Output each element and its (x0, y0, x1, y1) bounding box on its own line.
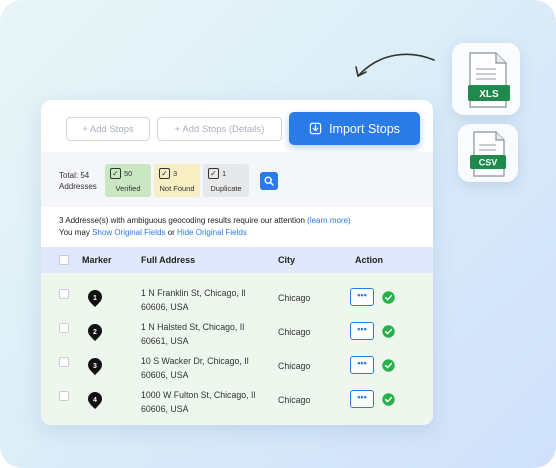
table-row: 1 1 N Franklin St, Chicago, Il 60606, US… (41, 281, 433, 315)
notice-prefix: You may (59, 228, 90, 237)
header-city: City (278, 255, 296, 265)
marker-number: 4 (93, 397, 97, 404)
map-marker-icon: 4 (88, 392, 102, 409)
address-cell: 1 N Franklin St, Chicago, Il 60606, USA (141, 286, 246, 314)
check-icon: ✓ (159, 168, 170, 179)
not-found-filter[interactable]: ✓ 3 Not Found (154, 164, 200, 197)
map-marker-icon: 3 (88, 358, 102, 375)
duplicate-filter[interactable]: ✓ 1 Duplicate (203, 164, 249, 197)
check-circle-icon (382, 291, 395, 304)
map-marker-icon: 2 (88, 324, 102, 341)
row-checkbox[interactable] (59, 391, 69, 401)
xls-file-card: XLS (452, 43, 520, 115)
more-actions-button[interactable]: ••• (350, 288, 374, 306)
table-row: 4 1000 W Fulton St, Chicago, Il 60606, U… (41, 383, 433, 417)
table-row: 3 10 S Wacker Dr, Chicago, Il 60606, USA… (41, 349, 433, 383)
marker-number: 3 (93, 363, 97, 370)
select-all-checkbox[interactable] (59, 255, 69, 265)
xls-file-icon: XLS (468, 52, 510, 108)
verified-label: Verified (115, 184, 141, 193)
address-line1: 1000 W Fulton St, Chicago, Il (141, 390, 256, 400)
address-line1: 1 N Franklin St, Chicago, Il (141, 288, 246, 298)
address-line1: 1 N Halsted St, Chicago, Il (141, 322, 245, 332)
geocoding-notice: 3 Addresse(s) with ambiguous geocoding r… (59, 215, 351, 239)
notice-text: 3 Addresse(s) with ambiguous geocoding r… (59, 216, 305, 225)
import-icon (309, 122, 322, 135)
address-cell: 10 S Wacker Dr, Chicago, Il 60606, USA (141, 354, 249, 382)
address-line2: 60606, USA (141, 370, 189, 380)
check-circle-icon (382, 325, 395, 338)
duplicate-count: 1 (222, 169, 227, 178)
not-found-count: 3 (173, 169, 178, 178)
map-marker-icon: 1 (88, 290, 102, 307)
row-checkbox[interactable] (59, 289, 69, 299)
table-row: 2 1 N Halsted St, Chicago, Il 60661, USA… (41, 315, 433, 349)
check-circle-icon (382, 359, 395, 372)
more-actions-button[interactable]: ••• (350, 390, 374, 408)
row-checkbox[interactable] (59, 323, 69, 333)
not-found-label: Not Found (159, 184, 195, 193)
row-checkbox[interactable] (59, 357, 69, 367)
total-label: Addresses (59, 182, 97, 191)
check-icon: ✓ (110, 168, 121, 179)
search-button[interactable] (260, 172, 278, 190)
check-icon: ✓ (208, 168, 219, 179)
csv-file-icon: CSV (470, 131, 506, 177)
address-line1: 10 S Wacker Dr, Chicago, Il (141, 356, 249, 366)
import-stops-button[interactable]: Import Stops (289, 112, 420, 145)
search-icon (264, 176, 274, 186)
summary-bar: Total: 54 Addresses ✓ 50 Verified ✓ 3 No… (41, 152, 433, 207)
header-action: Action (355, 255, 383, 265)
marker-number: 2 (93, 329, 97, 336)
city-cell: Chicago (278, 327, 311, 337)
verified-count: 50 (124, 169, 133, 178)
learn-more-link[interactable]: (learn more) (307, 216, 351, 225)
marker-number: 1 (93, 295, 97, 302)
city-cell: Chicago (278, 395, 311, 405)
city-cell: Chicago (278, 361, 311, 371)
table-body: 1 1 N Franklin St, Chicago, Il 60606, US… (41, 273, 433, 425)
curved-arrow-icon (355, 53, 435, 77)
address-line2: 60606, USA (141, 302, 189, 312)
verified-filter[interactable]: ✓ 50 Verified (105, 164, 151, 197)
more-actions-button[interactable]: ••• (350, 322, 374, 340)
city-cell: Chicago (278, 293, 311, 303)
add-stops-details-button[interactable]: + Add Stops (Details) (157, 117, 282, 141)
address-line2: 60606, USA (141, 404, 189, 414)
address-cell: 1000 W Fulton St, Chicago, Il 60606, USA (141, 388, 255, 416)
address-line2: 60661, USA (141, 336, 189, 346)
total-count: Total: 54 (59, 171, 90, 180)
toolbar: + Add Stops + Add Stops (Details) Import… (41, 100, 433, 152)
stops-panel: + Add Stops + Add Stops (Details) Import… (41, 100, 433, 425)
add-stops-button[interactable]: + Add Stops (66, 117, 150, 141)
import-stops-label: Import Stops (329, 121, 400, 136)
hide-original-fields-link[interactable]: Hide Original Fields (177, 228, 247, 237)
show-original-fields-link[interactable]: Show Original Fields (92, 228, 165, 237)
duplicate-label: Duplicate (210, 184, 242, 193)
total-addresses: Total: 54 Addresses (59, 170, 97, 192)
address-cell: 1 N Halsted St, Chicago, Il 60661, USA (141, 320, 244, 348)
header-address: Full Address (141, 255, 196, 265)
csv-label: CSV (479, 158, 498, 168)
more-actions-button[interactable]: ••• (350, 356, 374, 374)
check-circle-icon (382, 393, 395, 406)
csv-file-card: CSV (458, 124, 518, 182)
xls-label: XLS (479, 89, 499, 100)
table-header: Marker Full Address City Action (41, 247, 433, 273)
notice-or: or (167, 228, 175, 237)
header-marker: Marker (82, 255, 112, 265)
